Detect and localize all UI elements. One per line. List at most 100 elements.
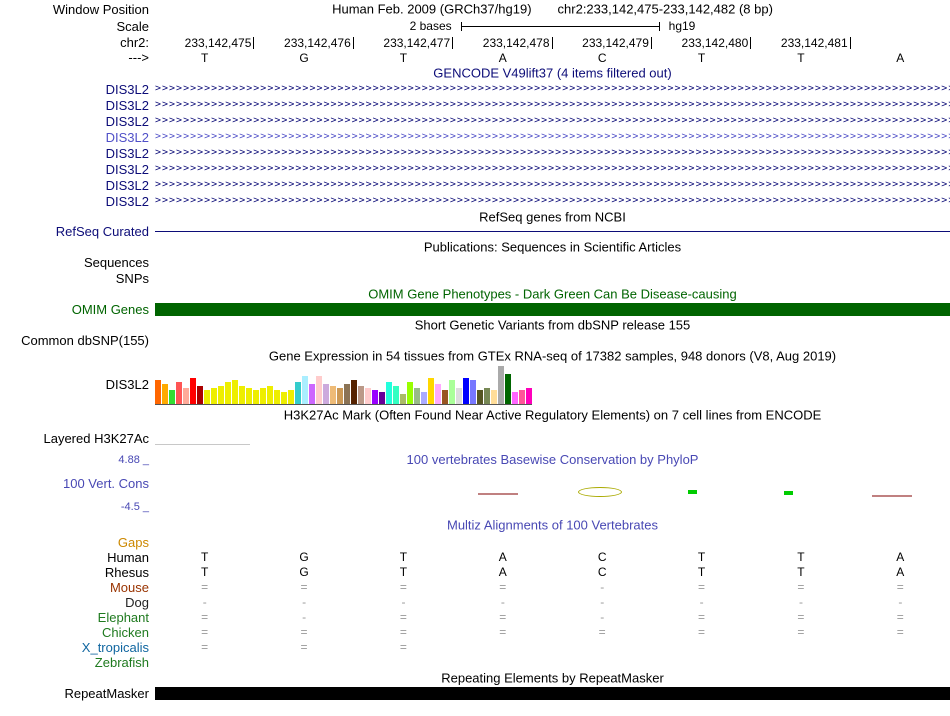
gtex-tissue-bar[interactable] <box>400 394 406 404</box>
gencode-transcript-arrows[interactable]: >>>>>>>>>>>>>>>>>>>>>>>>>>>>>>>>>>>>>>>>… <box>155 97 950 113</box>
gtex-tissue-bar[interactable] <box>225 382 231 404</box>
multiz-alignment-cells[interactable]: TGTACTTA <box>155 550 950 565</box>
gencode-transcript-arrows[interactable]: >>>>>>>>>>>>>>>>>>>>>>>>>>>>>>>>>>>>>>>>… <box>155 177 950 193</box>
multiz-alignment-cells[interactable] <box>155 535 950 550</box>
gtex-tissue-bar[interactable] <box>456 388 462 404</box>
gtex-tissue-bar[interactable] <box>246 388 252 404</box>
gtex-tissue-bar[interactable] <box>351 380 357 404</box>
gtex-tissue-bar[interactable] <box>162 384 168 404</box>
gtex-tissue-bar[interactable] <box>449 380 455 404</box>
snps-label[interactable]: SNPs <box>0 270 155 286</box>
phylop-track-label[interactable]: 100 Vert. Cons <box>63 476 149 491</box>
refseq-curated-label[interactable]: RefSeq Curated <box>0 224 155 239</box>
gtex-tissue-bar[interactable] <box>316 376 322 404</box>
dbsnp-label[interactable]: Common dbSNP(155) <box>0 333 155 348</box>
gtex-tissue-bar[interactable] <box>358 386 364 404</box>
gencode-transcript-arrows[interactable]: >>>>>>>>>>>>>>>>>>>>>>>>>>>>>>>>>>>>>>>>… <box>155 145 950 161</box>
multiz-species-label[interactable]: Elephant <box>0 610 155 625</box>
gtex-tissue-bar[interactable] <box>477 390 483 404</box>
snps-track[interactable] <box>155 270 950 286</box>
gtex-tissue-bar[interactable] <box>323 384 329 404</box>
gtex-tissue-bar[interactable] <box>309 384 315 404</box>
multiz-species-label[interactable]: Rhesus <box>0 565 155 580</box>
gencode-transcript-label[interactable]: DIS3L2 <box>0 193 155 209</box>
gtex-tissue-bar[interactable] <box>253 390 259 404</box>
multiz-center-label[interactable]: Multiz Alignments of 100 Vertebrates <box>155 518 950 533</box>
gtex-tissue-bar[interactable] <box>428 378 434 404</box>
gencode-transcript-label[interactable]: DIS3L2 <box>0 113 155 129</box>
gtex-tissue-bar[interactable] <box>295 382 301 404</box>
gencode-transcript-label[interactable]: DIS3L2 <box>0 145 155 161</box>
gtex-tissue-bar[interactable] <box>281 392 287 404</box>
gtex-tissue-bar[interactable] <box>190 378 196 404</box>
multiz-species-label[interactable]: Human <box>0 550 155 565</box>
gtex-tissue-bar[interactable] <box>330 386 336 404</box>
gencode-transcript-arrows[interactable]: >>>>>>>>>>>>>>>>>>>>>>>>>>>>>>>>>>>>>>>>… <box>155 113 950 129</box>
gtex-tissue-bar[interactable] <box>365 388 371 404</box>
sequences-track[interactable] <box>155 255 950 270</box>
multiz-alignment-cells[interactable]: -------- <box>155 595 950 610</box>
gtex-tissue-bar[interactable] <box>421 392 427 404</box>
gencode-transcript-arrows[interactable]: >>>>>>>>>>>>>>>>>>>>>>>>>>>>>>>>>>>>>>>>… <box>155 193 950 209</box>
dbsnp-center-label[interactable]: Short Genetic Variants from dbSNP releas… <box>155 318 950 333</box>
multiz-alignment-cells[interactable]: = - = = - = = = <box>155 610 950 625</box>
gtex-tissue-bar[interactable] <box>414 388 420 404</box>
gtex-tissue-bar[interactable] <box>435 384 441 404</box>
gtex-tissue-bar[interactable] <box>442 390 448 404</box>
gtex-tissue-bar[interactable] <box>204 390 210 404</box>
gtex-tissue-bar[interactable] <box>512 392 518 404</box>
gtex-tissue-bar[interactable] <box>519 390 525 404</box>
gtex-tissue-bar[interactable] <box>169 390 175 404</box>
gtex-tissue-bar[interactable] <box>274 390 280 404</box>
gtex-tissue-bar[interactable] <box>372 390 378 404</box>
gencode-transcript-label[interactable]: DIS3L2 <box>0 81 155 97</box>
sequences-label[interactable]: Sequences <box>0 255 155 270</box>
gtex-tissue-bar[interactable] <box>197 386 203 404</box>
gtex-tissue-bar[interactable] <box>288 390 294 404</box>
gtex-tissue-bar[interactable] <box>526 388 532 404</box>
gencode-center-label[interactable]: GENCODE V49lift37 (4 items filtered out) <box>155 66 950 81</box>
gtex-tissue-bar[interactable] <box>505 374 511 404</box>
gtex-tissue-bar[interactable] <box>379 392 385 404</box>
multiz-alignment-cells[interactable] <box>155 655 950 670</box>
multiz-alignment-cells[interactable]: TGTACTTA <box>155 565 950 580</box>
gencode-transcript-label[interactable]: DIS3L2 <box>0 97 155 113</box>
gtex-center-label[interactable]: Gene Expression in 54 tissues from GTEx … <box>155 349 950 364</box>
multiz-species-label[interactable]: Gaps <box>0 535 155 550</box>
multiz-species-label[interactable]: Zebrafish <box>0 655 155 670</box>
gtex-tissue-bar[interactable] <box>498 366 504 404</box>
phylop-track[interactable]: 100 vertebrates Basewise Conservation by… <box>155 451 950 515</box>
gencode-transcript-label[interactable]: DIS3L2 <box>0 129 155 145</box>
multiz-species-label[interactable]: Mouse <box>0 580 155 595</box>
multiz-alignment-cells[interactable]: = = = <box>155 640 950 655</box>
gencode-transcript-label[interactable]: DIS3L2 <box>0 177 155 193</box>
multiz-species-label[interactable]: X_tropicalis <box>0 640 155 655</box>
gtex-tissue-bar[interactable] <box>491 390 497 404</box>
gtex-tissue-bar[interactable] <box>218 386 224 404</box>
gencode-transcript-arrows[interactable]: >>>>>>>>>>>>>>>>>>>>>>>>>>>>>>>>>>>>>>>>… <box>155 81 950 97</box>
gtex-tissue-bar[interactable] <box>484 388 490 404</box>
gencode-transcript-arrows[interactable]: >>>>>>>>>>>>>>>>>>>>>>>>>>>>>>>>>>>>>>>>… <box>155 129 950 145</box>
gtex-tissue-bar[interactable] <box>463 378 469 404</box>
h3k27ac-label[interactable]: Layered H3K27Ac <box>0 425 155 451</box>
refseq-curated-track[interactable] <box>155 224 950 239</box>
gtex-tissue-bar[interactable] <box>211 388 217 404</box>
repeatmasker-center-label[interactable]: Repeating Elements by RepeatMasker <box>155 671 950 686</box>
gtex-tissue-bar[interactable] <box>386 382 392 404</box>
gencode-transcript-label[interactable]: DIS3L2 <box>0 161 155 177</box>
gencode-transcript-arrows[interactable]: >>>>>>>>>>>>>>>>>>>>>>>>>>>>>>>>>>>>>>>>… <box>155 161 950 177</box>
multiz-alignment-cells[interactable]: = = = = - = = = <box>155 580 950 595</box>
multiz-species-label[interactable]: Chicken <box>0 625 155 640</box>
gtex-tissue-bar[interactable] <box>232 380 238 404</box>
dbsnp-track[interactable] <box>155 333 950 348</box>
omim-center-label[interactable]: OMIM Gene Phenotypes - Dark Green Can Be… <box>155 287 950 302</box>
gtex-tissue-bar[interactable] <box>302 376 308 404</box>
gtex-tissue-bar[interactable] <box>393 386 399 404</box>
gtex-expression-chart[interactable] <box>155 364 950 405</box>
omim-genes-label[interactable]: OMIM Genes <box>0 302 155 317</box>
h3k27ac-center-label[interactable]: H3K27Ac Mark (Often Found Near Active Re… <box>155 408 950 423</box>
gtex-tissue-bar[interactable] <box>239 386 245 404</box>
multiz-species-label[interactable]: Dog <box>0 595 155 610</box>
publications-center-label[interactable]: Publications: Sequences in Scientific Ar… <box>155 240 950 255</box>
gtex-tissue-bar[interactable] <box>267 386 273 404</box>
